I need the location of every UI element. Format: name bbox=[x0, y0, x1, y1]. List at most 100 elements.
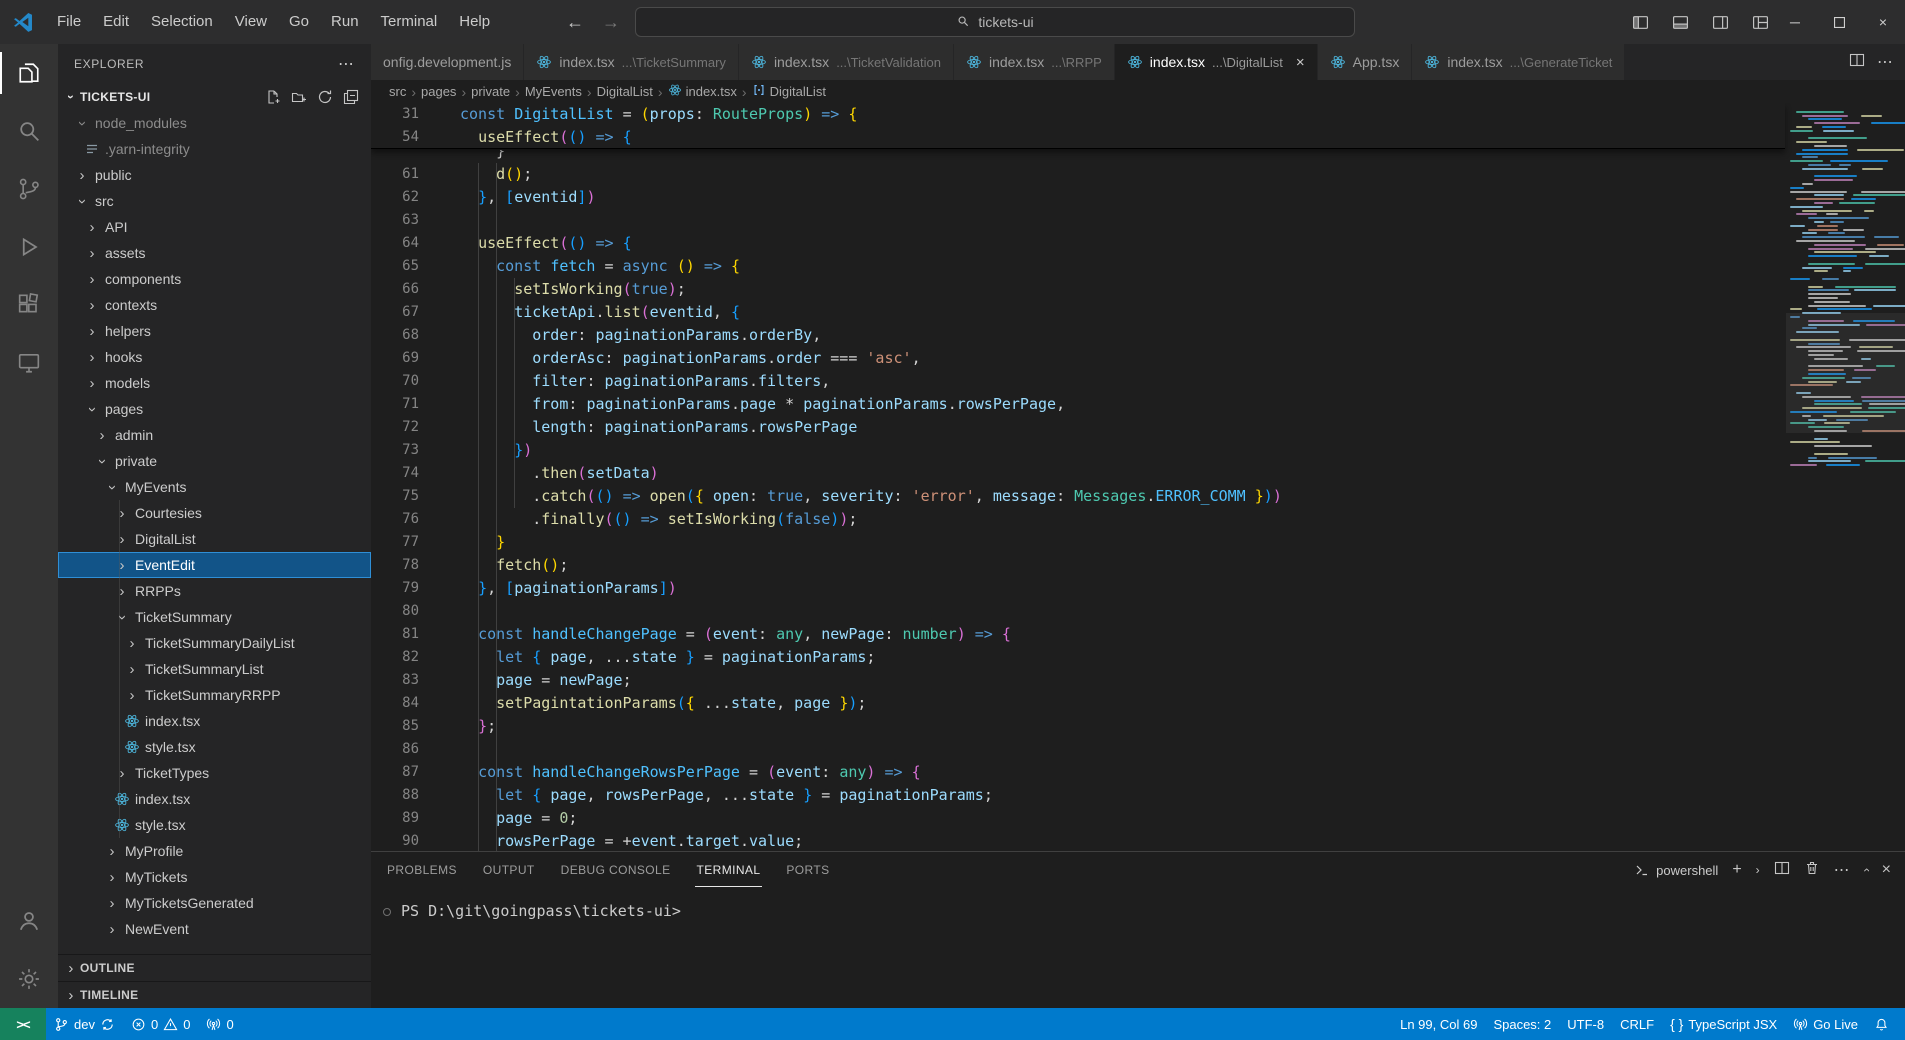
tab-index.tsx-2[interactable]: index.tsx...\TicketValidation bbox=[739, 44, 954, 80]
tree-item-eventedit-17[interactable]: ›EventEdit bbox=[58, 552, 371, 578]
activitybar-run-and-debug-icon[interactable] bbox=[0, 218, 58, 276]
command-center[interactable]: tickets-ui bbox=[635, 7, 1355, 37]
nav-forward-icon[interactable]: → bbox=[602, 12, 620, 33]
workspace-section-header[interactable]: › TICKETS-UI bbox=[58, 84, 371, 110]
split-editor-icon[interactable] bbox=[1849, 52, 1865, 73]
activitybar-remote-explorer-icon[interactable] bbox=[0, 334, 58, 392]
menu-item-run[interactable]: Run bbox=[320, 0, 370, 44]
terminal-dropdown-icon[interactable]: › bbox=[1756, 863, 1760, 877]
maximize-panel-icon[interactable]: › bbox=[1859, 868, 1873, 872]
new-file-icon[interactable] bbox=[263, 87, 283, 107]
status-remote-indicator[interactable]: >< bbox=[0, 1008, 46, 1040]
toggle-primary-sidebar-icon[interactable] bbox=[1625, 7, 1655, 37]
menu-item-terminal[interactable]: Terminal bbox=[370, 0, 449, 44]
status-eol[interactable]: CRLF bbox=[1612, 1008, 1662, 1040]
tab-index.tsx-3[interactable]: index.tsx...\RRPP bbox=[954, 44, 1115, 80]
new-terminal-icon[interactable]: + bbox=[1732, 861, 1741, 879]
panel-tab-problems[interactable]: PROBLEMS bbox=[385, 853, 459, 887]
breadcrumb-item-digitallist[interactable]: DigitalList bbox=[752, 83, 826, 100]
toggle-secondary-sidebar-icon[interactable] bbox=[1705, 7, 1735, 37]
code-editor[interactable]: } 61 d();62 }, [eventid])6364 useEffect(… bbox=[371, 103, 1905, 851]
tree-item-helpers-8[interactable]: ›helpers bbox=[58, 318, 371, 344]
tree-item-ticketsummarydailylist-20[interactable]: ›TicketSummaryDailyList bbox=[58, 630, 371, 656]
activitybar-manage-settings-icon[interactable] bbox=[0, 950, 58, 1008]
panel-more-actions-icon[interactable]: ⋯ bbox=[1834, 860, 1850, 880]
tree-item-index.tsx-23[interactable]: index.tsx bbox=[58, 708, 371, 734]
menu-item-view[interactable]: View bbox=[224, 0, 278, 44]
tree-item-public-2[interactable]: ›public bbox=[58, 162, 371, 188]
menu-item-file[interactable]: File bbox=[46, 0, 92, 44]
tab-index.tsx-6[interactable]: index.tsx...\GenerateTicket bbox=[1412, 44, 1625, 80]
breadcrumb-item-private[interactable]: private bbox=[471, 84, 510, 99]
tree-item-pages-11[interactable]: ›pages bbox=[58, 396, 371, 422]
nav-back-icon[interactable]: ← bbox=[566, 12, 584, 33]
breadcrumb-item-pages[interactable]: pages bbox=[421, 84, 456, 99]
panel-tab-ports[interactable]: PORTS bbox=[784, 853, 831, 887]
tree-item-style.tsx-27[interactable]: style.tsx bbox=[58, 812, 371, 838]
tree-item-.yarn-integrity-1[interactable]: .yarn-integrity bbox=[58, 136, 371, 162]
terminal-shell-label[interactable]: powershell bbox=[1634, 862, 1718, 878]
section-outline[interactable]: ›OUTLINE bbox=[58, 954, 371, 981]
status-encoding[interactable]: UTF-8 bbox=[1559, 1008, 1612, 1040]
tree-item-myprofile-28[interactable]: ›MyProfile bbox=[58, 838, 371, 864]
terminal-content[interactable]: PS D:\git\goingpass\tickets-ui> bbox=[371, 888, 1905, 920]
tab-app.tsx-5[interactable]: App.tsx bbox=[1318, 44, 1413, 80]
customize-layout-icon[interactable] bbox=[1745, 7, 1775, 37]
activitybar-source-control-icon[interactable] bbox=[0, 160, 58, 218]
split-terminal-icon[interactable] bbox=[1774, 860, 1790, 881]
tree-item-src-3[interactable]: ›src bbox=[58, 188, 371, 214]
tree-item-ticketsummaryrrpp-22[interactable]: ›TicketSummaryRRPP bbox=[58, 682, 371, 708]
activitybar-extensions-icon[interactable] bbox=[0, 276, 58, 334]
status-feedback[interactable]: 0 bbox=[198, 1008, 241, 1040]
breadcrumb-item-digitallist[interactable]: DigitalList bbox=[597, 84, 653, 99]
collapse-all-icon[interactable] bbox=[341, 87, 361, 107]
breadcrumb-item-myevents[interactable]: MyEvents bbox=[525, 84, 582, 99]
tree-item-index.tsx-26[interactable]: index.tsx bbox=[58, 786, 371, 812]
tree-item-contexts-7[interactable]: ›contexts bbox=[58, 292, 371, 318]
status-indentation[interactable]: Spaces: 2 bbox=[1485, 1008, 1559, 1040]
toggle-panel-icon[interactable] bbox=[1665, 7, 1695, 37]
breadcrumb-item-index.tsx[interactable]: index.tsx bbox=[668, 83, 737, 100]
tree-item-node-modules-0[interactable]: ›node_modules bbox=[58, 110, 371, 136]
activitybar-explorer-icon[interactable] bbox=[0, 44, 58, 102]
tree-item-digitallist-16[interactable]: ›DigitalList bbox=[58, 526, 371, 552]
tree-item-components-6[interactable]: ›components bbox=[58, 266, 371, 292]
minimize-button[interactable]: ─ bbox=[1773, 0, 1817, 44]
tab-index.tsx-1[interactable]: index.tsx...\TicketSummary bbox=[524, 44, 739, 80]
tree-item-assets-5[interactable]: ›assets bbox=[58, 240, 371, 266]
tree-item-ticketsummarylist-21[interactable]: ›TicketSummaryList bbox=[58, 656, 371, 682]
menu-item-selection[interactable]: Selection bbox=[140, 0, 224, 44]
status-go-live[interactable]: Go Live bbox=[1785, 1008, 1866, 1040]
tree-item-style.tsx-24[interactable]: style.tsx bbox=[58, 734, 371, 760]
tree-item-myticketsgenerated-30[interactable]: ›MyTicketsGenerated bbox=[58, 890, 371, 916]
tree-item-admin-12[interactable]: ›admin bbox=[58, 422, 371, 448]
status-problems[interactable]: 00 bbox=[123, 1008, 198, 1040]
minimap-slider[interactable] bbox=[1786, 313, 1905, 433]
tree-item-hooks-9[interactable]: ›hooks bbox=[58, 344, 371, 370]
status-git-branch[interactable]: dev bbox=[46, 1008, 123, 1040]
status-cursor-position[interactable]: Ln 99, Col 69 bbox=[1392, 1008, 1485, 1040]
tree-item-mytickets-29[interactable]: ›MyTickets bbox=[58, 864, 371, 890]
status-notifications[interactable] bbox=[1866, 1008, 1897, 1040]
activitybar-search-icon[interactable] bbox=[0, 102, 58, 160]
tree-item-ticketsummary-19[interactable]: ›TicketSummary bbox=[58, 604, 371, 630]
tree-item-private-13[interactable]: ›private bbox=[58, 448, 371, 474]
tree-item-tickettypes-25[interactable]: ›TicketTypes bbox=[58, 760, 371, 786]
activitybar-accounts-icon[interactable] bbox=[0, 892, 58, 950]
breadcrumb-item-src[interactable]: src bbox=[389, 84, 406, 99]
tree-item-models-10[interactable]: ›models bbox=[58, 370, 371, 396]
tree-item-api-4[interactable]: ›API bbox=[58, 214, 371, 240]
menu-item-help[interactable]: Help bbox=[448, 0, 501, 44]
panel-tab-terminal[interactable]: TERMINAL bbox=[695, 853, 763, 887]
section-timeline[interactable]: ›TIMELINE bbox=[58, 981, 371, 1008]
close-tab-icon[interactable]: × bbox=[1296, 54, 1305, 71]
editor-more-actions-icon[interactable]: ⋯ bbox=[1877, 52, 1893, 72]
tree-item-rrpps-18[interactable]: ›RRPPs bbox=[58, 578, 371, 604]
tree-item-myevents-14[interactable]: ›MyEvents bbox=[58, 474, 371, 500]
close-panel-icon[interactable]: × bbox=[1882, 861, 1891, 879]
menu-item-edit[interactable]: Edit bbox=[92, 0, 140, 44]
explorer-more-actions-icon[interactable]: ⋯ bbox=[338, 54, 355, 74]
status-language-mode[interactable]: { }TypeScript JSX bbox=[1662, 1008, 1785, 1040]
refresh-icon[interactable] bbox=[315, 87, 335, 107]
tab-index.tsx-4[interactable]: index.tsx...\DigitalList× bbox=[1115, 44, 1318, 80]
